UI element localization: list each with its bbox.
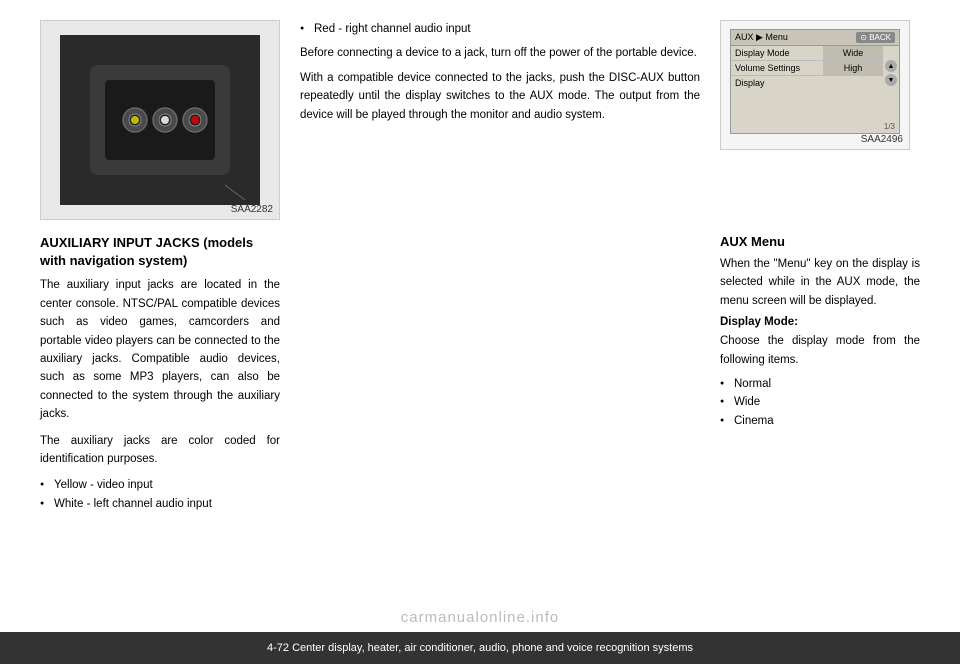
top-image-label: SAA2282 xyxy=(231,204,273,215)
center-col-top: Red - right channel audio input Before c… xyxy=(300,20,700,124)
top-area: SAA2282 Red - right channel audio input … xyxy=(40,20,920,230)
aux-nav-btns: ▲ ▼ xyxy=(885,60,897,86)
auxiliary-para1: The auxiliary input jacks are located in… xyxy=(40,276,280,423)
aux-row-display: Display xyxy=(731,76,883,90)
top-right: AUX ▶ Menu ⊙ BACK Display Mode Wide Volu… xyxy=(720,20,920,230)
display-mode-value: Wide xyxy=(823,46,883,60)
top-center: Red - right channel audio input Before c… xyxy=(300,20,700,230)
nav-down-btn: ▼ xyxy=(885,74,897,86)
aux-menu-heading: AUX Menu xyxy=(720,234,920,249)
aux-menu-para1: When the "Menu" key on the display is se… xyxy=(720,255,920,310)
car-image-svg xyxy=(60,35,260,205)
auxiliary-heading: AUXILIARY INPUT JACKS (models with navig… xyxy=(40,234,280,270)
bottom-left: AUXILIARY INPUT JACKS (models with navig… xyxy=(40,234,280,521)
before-connecting-para: Before connecting a device to a jack, tu… xyxy=(300,44,700,62)
display-mode-bullets: Normal Wide Cinema xyxy=(720,375,920,430)
aux-screen-header: AUX ▶ Menu ⊙ BACK xyxy=(731,30,899,46)
bullet-wide: Wide xyxy=(720,393,920,411)
footer-text: 4-72 Center display, heater, air conditi… xyxy=(267,642,693,654)
aux-row-display-mode: Display Mode Wide xyxy=(731,46,883,61)
red-channel-bullet: Red - right channel audio input xyxy=(300,20,700,38)
aux-header-left: AUX ▶ Menu xyxy=(735,32,788,43)
bottom-center xyxy=(300,234,700,521)
display-mode-label: Display Mode xyxy=(731,46,823,60)
auxiliary-bullets: Yellow - video input White - left channe… xyxy=(40,476,280,513)
volume-settings-label: Volume Settings xyxy=(731,61,823,75)
bullet-white: White - left channel audio input xyxy=(40,495,280,513)
watermark: carmanualonline.info xyxy=(401,609,559,626)
aux-row-volume: Volume Settings High xyxy=(731,61,883,76)
display-label: Display xyxy=(735,78,765,88)
car-image-inner xyxy=(41,21,279,219)
nav-up-btn: ▲ xyxy=(885,60,897,72)
page: SAA2282 Red - right channel audio input … xyxy=(0,0,960,664)
aux-page-indicator: 1/3 xyxy=(884,122,895,131)
top-left: SAA2282 xyxy=(40,20,280,230)
display-mode-para2: Choose the display mode from the followi… xyxy=(720,332,920,369)
footer-bar: 4-72 Center display, heater, air conditi… xyxy=(0,632,960,664)
bottom-right: AUX Menu When the "Menu" key on the disp… xyxy=(720,234,920,521)
display-box: AUX ▶ Menu ⊙ BACK Display Mode Wide Volu… xyxy=(720,20,910,150)
compatible-device-para: With a compatible device connected to th… xyxy=(300,69,700,124)
volume-settings-value: High xyxy=(823,61,883,75)
bullet-cinema: Cinema xyxy=(720,412,920,430)
bullet-normal: Normal xyxy=(720,375,920,393)
display-mode-subheading: Display Mode: xyxy=(720,316,920,328)
right-image-label: SAA2496 xyxy=(861,134,903,145)
aux-screen: AUX ▶ Menu ⊙ BACK Display Mode Wide Volu… xyxy=(730,29,900,134)
car-image-box: SAA2282 xyxy=(40,20,280,220)
bullet-yellow: Yellow - video input xyxy=(40,476,280,494)
bottom-area: AUXILIARY INPUT JACKS (models with navig… xyxy=(40,234,920,521)
auxiliary-para2: The auxiliary jacks are color coded for … xyxy=(40,432,280,469)
aux-back-btn: ⊙ BACK xyxy=(856,32,895,43)
